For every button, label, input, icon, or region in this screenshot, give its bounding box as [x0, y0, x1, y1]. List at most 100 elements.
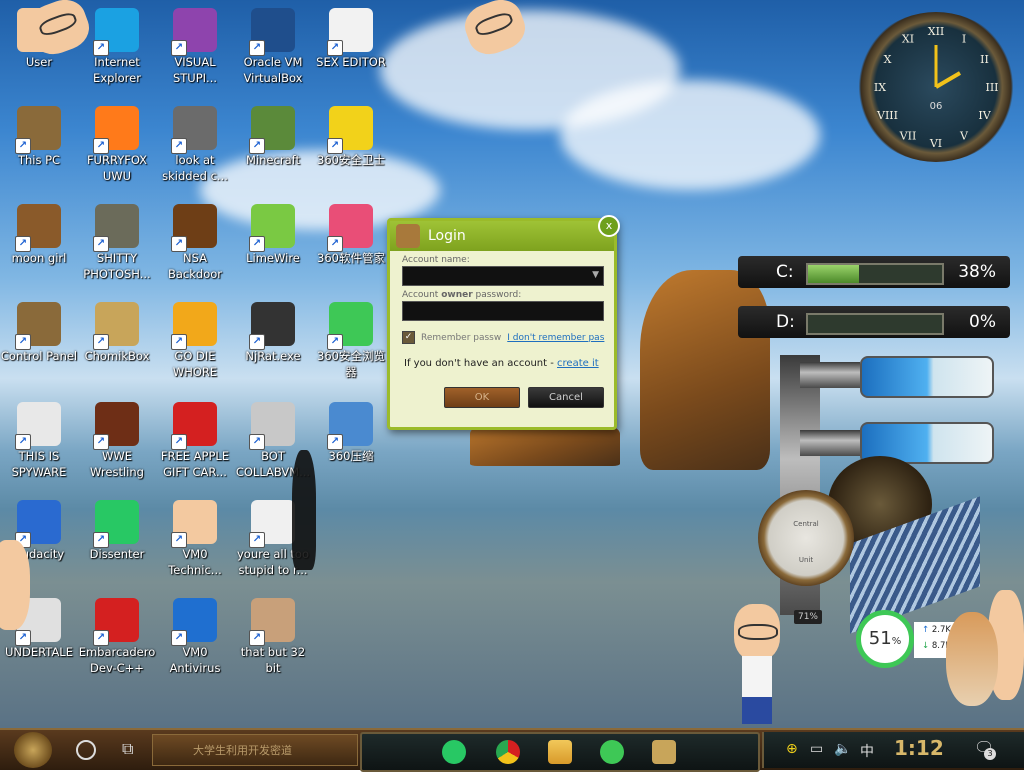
tray-360-icon[interactable]: ⊕ [786, 741, 798, 757]
pinned-apps [360, 732, 760, 772]
desktop-icon[interactable]: ↗ that but 32 bit [234, 592, 312, 688]
taskbar-explorer-icon[interactable] [548, 740, 572, 764]
start-button[interactable] [14, 732, 52, 768]
desktop-icon-label: Embarcadero Dev-C++ [78, 645, 156, 675]
cartoon-face [734, 604, 780, 660]
taskbar-dissenter-icon[interactable] [442, 740, 466, 764]
desktop-icon-label: NSA Backdoor [167, 251, 223, 281]
account-name-combo[interactable]: ▼ [402, 266, 604, 286]
shortcut-arrow-icon: ↗ [327, 434, 343, 450]
hex-editor-icon: ↗ [327, 8, 373, 56]
desktop-icon[interactable]: ↗ THIS IS SPYWARE [0, 396, 78, 492]
desktop-icon-label: Dissenter [89, 547, 145, 561]
drive-percent: 0% [969, 312, 996, 332]
desktop-icon[interactable]: ↗ ChomikBox [78, 296, 156, 392]
skull-icon: ↗ [249, 302, 295, 350]
volume-muted-icon[interactable]: 🔈 [834, 741, 851, 757]
shortcut-arrow-icon: ↗ [15, 434, 31, 450]
desktop-icon[interactable]: ↗ Dissenter [78, 494, 156, 590]
desktop-icon[interactable]: ↗ VISUAL STUPI... [156, 2, 234, 98]
technician-icon: ↗ [171, 500, 217, 548]
desktop-icon[interactable]: ↗ Oracle VM VirtualBox [234, 2, 312, 98]
cancel-button[interactable]: Cancel [528, 387, 604, 408]
shortcut-arrow-icon: ↗ [171, 334, 187, 350]
steampunk-clock-widget[interactable]: XII I II III IV V VI VII VIII IX X XI 06 [855, 12, 1017, 162]
shortcut-arrow-icon: ↗ [15, 630, 31, 646]
desktop-icon[interactable]: ↗ NjRat.exe [234, 296, 312, 392]
tube-gauge [860, 356, 994, 398]
desktop-icon[interactable]: ↗ FREE APPLE GIFT CAR... [156, 396, 234, 492]
shortcut-arrow-icon: ↗ [93, 138, 109, 154]
drive-bar [806, 263, 944, 285]
desktop-icon[interactable]: ↗ look at skidded c... [156, 100, 234, 196]
chevron-down-icon[interactable]: ▼ [592, 270, 599, 280]
shortcut-arrow-icon: ↗ [93, 434, 109, 450]
desktop-icon-label: look at skidded c... [162, 153, 228, 183]
desktop-icon-label: ChomikBox [84, 349, 150, 363]
desktop-icon[interactable]: ↗ NSA Backdoor [156, 198, 234, 294]
desktop-icon[interactable]: ↗ SEX EDITOR [312, 2, 390, 98]
taskbar-360browser-icon[interactable] [600, 740, 624, 764]
clock-numeral: VII [899, 129, 917, 142]
taskbar-chomikbox-icon[interactable] [652, 740, 676, 764]
desktop-icon[interactable]: ↗ LimeWire [234, 198, 312, 294]
desktop-icon[interactable]: ↗ SHITTY PHOTOSH... [78, 198, 156, 294]
shortcut-arrow-icon: ↗ [249, 236, 265, 252]
desktop-icon[interactable]: ↗ This PC [0, 100, 78, 196]
computer-icon: ↗ [15, 106, 61, 154]
desktop-icon[interactable]: ↗ 360软件管家 [312, 198, 390, 294]
shortcut-arrow-icon: ↗ [327, 334, 343, 350]
taskbar-chrome-icon[interactable] [496, 740, 520, 764]
clock-numeral: X [884, 53, 892, 66]
shortcut-arrow-icon: ↗ [93, 40, 109, 56]
drive-meter-d: D: 0% [738, 306, 1010, 338]
desktop-icon-label: VM0 Technic... [168, 547, 222, 577]
flower-icon: ↗ [327, 204, 373, 252]
search-input[interactable]: 大学生利用开发密道 [152, 734, 358, 766]
remember-checkbox[interactable]: ✓ [402, 331, 415, 344]
create-account-link[interactable]: create it [557, 358, 599, 369]
zip-archive-icon: ↗ [327, 402, 373, 450]
drive-bar [806, 313, 944, 335]
drive-label: C: [776, 262, 794, 282]
shortcut-arrow-icon: ↗ [15, 334, 31, 350]
login-titlebar[interactable]: Login [390, 221, 614, 251]
clock-numeral: XI [902, 33, 914, 46]
forgot-password-link[interactable]: I don't remember pas [507, 333, 604, 343]
password-field[interactable] [402, 301, 604, 321]
desktop-icon[interactable]: ↗ VM0 Technic... [156, 494, 234, 590]
drive-bar-fill [808, 265, 859, 283]
desktop-icon-label: Oracle VM VirtualBox [243, 55, 303, 85]
desktop-icon-label: VM0 Antivirus [169, 645, 221, 675]
cortana-icon[interactable] [76, 740, 96, 760]
desktop-icon[interactable]: ↗ GO DIE WHORE [156, 296, 234, 392]
desktop-icon[interactable]: ↗ Control Panel [0, 296, 78, 392]
desktop-icon[interactable]: ↗ 360压缩 [312, 396, 390, 492]
shortcut-arrow-icon: ↗ [171, 236, 187, 252]
desktop-icon[interactable]: ↗ VM0 Antivirus [156, 592, 234, 688]
close-icon[interactable]: x [598, 215, 620, 237]
desktop-icon[interactable]: ↗ 360安全卫士 [312, 100, 390, 196]
desktop-icon[interactable]: ↗ Embarcadero Dev-C++ [78, 592, 156, 688]
desktop-icon[interactable]: ↗ FURRYFOX UWU [78, 100, 156, 196]
desktop-icon[interactable]: ↗ Minecraft [234, 100, 312, 196]
hamster-mascot [946, 612, 998, 706]
desktop-icon[interactable]: ↗ moon girl [0, 198, 78, 294]
clock-numeral: V [959, 129, 969, 142]
desktop-icon[interactable]: ↗ WWE Wrestling [78, 396, 156, 492]
login-dialog[interactable]: Login x Account name: ▼ Account owner pa… [387, 215, 620, 430]
desktop-icon-label: 360安全卫士 [317, 153, 385, 167]
ok-button[interactable]: OK [444, 387, 520, 408]
shortcut-arrow-icon: ↗ [93, 334, 109, 350]
task-view-icon[interactable]: ⧉ [122, 739, 133, 759]
desktop-icon[interactable]: ↗ 360安全浏览器 [312, 296, 390, 392]
clock-numeral: IX [874, 81, 886, 94]
ime-indicator[interactable]: 中 [860, 741, 874, 761]
remember-label: Remember passw [421, 332, 502, 343]
shortcut-arrow-icon: ↗ [249, 334, 265, 350]
taskbar-clock[interactable]: 1:12 [894, 736, 944, 760]
desktop-icon[interactable]: ↗ Internet Explorer [78, 2, 156, 98]
network-icon[interactable]: ▭ [810, 741, 823, 757]
desktop-icon-label: VISUAL STUPI... [172, 55, 218, 85]
shortcut-arrow-icon: ↗ [249, 434, 265, 450]
